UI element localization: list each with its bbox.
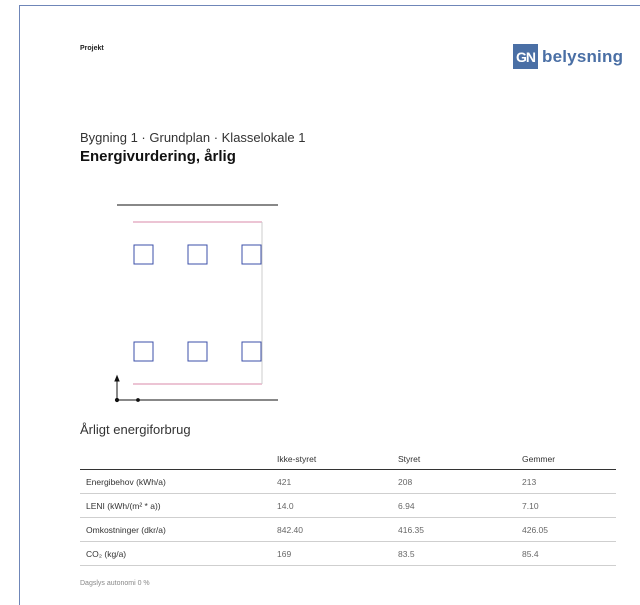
table-row: Energibehov (kWh/a) 421 208 213 (80, 469, 616, 494)
energy-table: Ikke-styret Styret Gemmer Energibehov (k… (80, 449, 616, 566)
table-cell: 7.10 (516, 493, 616, 518)
column-header: Ikke-styret (271, 449, 392, 470)
table-cell: 208 (392, 469, 516, 494)
row-label: Energibehov (kWh/a) (80, 469, 271, 494)
project-label: Projekt (80, 45, 104, 52)
luminaire (133, 341, 154, 362)
table-row: CO₂ (kg/a) 169 83.5 85.4 (80, 541, 616, 566)
table-cell: 213 (516, 469, 616, 494)
page-title: Energivurdering, årlig (80, 148, 236, 165)
logo-text: belysning (542, 46, 624, 66)
luminaire (187, 341, 208, 362)
table-header-row: Ikke-styret Styret Gemmer (80, 449, 616, 470)
luminaire (133, 244, 154, 265)
luminaire (241, 341, 262, 362)
luminaire (187, 244, 208, 265)
table-row: LENI (kWh/(m² * a)) 14.0 6.94 7.10 (80, 493, 616, 518)
floor-plan-drawing (114, 204, 278, 403)
table-cell: 426.05 (516, 517, 616, 542)
row-label: CO₂ (kg/a) (80, 541, 271, 566)
column-header: Gemmer (516, 449, 616, 470)
table-cell: 83.5 (392, 541, 516, 566)
luminaire-row-bottom (133, 341, 262, 362)
column-header: Styret (392, 449, 516, 470)
table-cell: 416.35 (392, 517, 516, 542)
company-logo: GN belysning (513, 44, 623, 69)
origin-marker (114, 374, 140, 403)
table-cell: 169 (271, 541, 392, 566)
table-row: Omkostninger (dkr/a) 842.40 416.35 426.0… (80, 517, 616, 542)
row-label: LENI (kWh/(m² * a)) (80, 493, 271, 518)
section-heading: Årligt energiforbrug (80, 422, 191, 437)
logo-mark: GN (513, 44, 538, 69)
table-cell: 842.40 (271, 517, 392, 542)
footnote: Dagslys autonomi 0 % (80, 580, 150, 587)
row-label: Omkostninger (dkr/a) (80, 517, 271, 542)
table-cell: 421 (271, 469, 392, 494)
table-cell: 14.0 (271, 493, 392, 518)
column-header (80, 449, 271, 470)
breadcrumb: Bygning 1 · Grundplan · Klasselokale 1 (80, 130, 306, 145)
table-cell: 6.94 (392, 493, 516, 518)
luminaire (241, 244, 262, 265)
luminaire-row-top (133, 244, 262, 265)
table-cell: 85.4 (516, 541, 616, 566)
